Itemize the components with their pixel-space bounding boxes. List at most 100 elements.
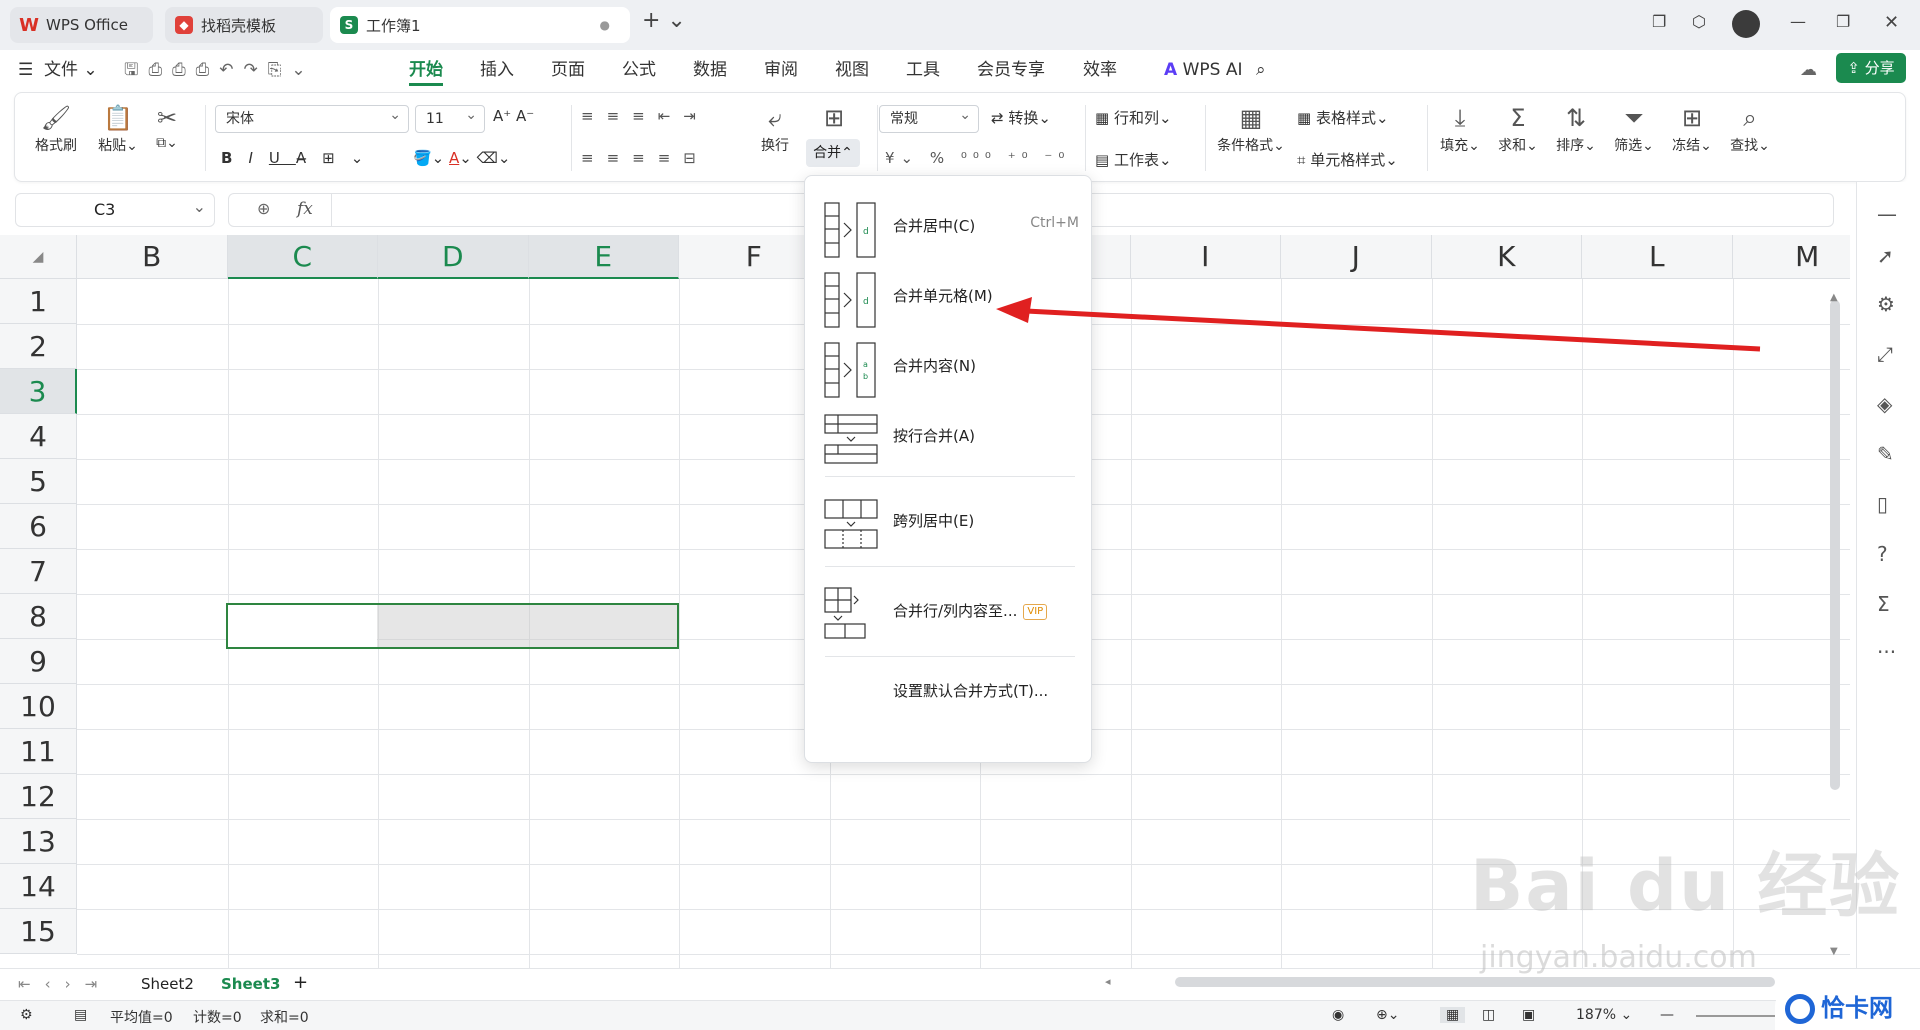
wrap-text-button[interactable]: ⤶ 换行 — [755, 101, 795, 155]
sheet-tab-sheet2[interactable]: Sheet2 — [141, 975, 194, 993]
column-header-l[interactable]: L — [1582, 235, 1733, 279]
number-format-select[interactable]: 常规 — [879, 102, 979, 133]
eye-protection-icon[interactable]: ◉ — [1332, 1007, 1344, 1023]
column-header-i[interactable]: I — [1131, 235, 1281, 279]
column-header-j[interactable]: J — [1281, 235, 1432, 279]
center-view-icon[interactable]: ⊕⌄ — [1376, 1007, 1399, 1023]
table-style-button[interactable]: ▦ 表格样式⌄ — [1297, 107, 1389, 128]
avatar[interactable] — [1732, 10, 1760, 38]
sum-button[interactable]: Σ 求和⌄ — [1493, 101, 1543, 155]
font-style-buttons[interactable]: BIUA̶⊞⌄ — [221, 149, 379, 167]
zoom-out-button[interactable]: — — [1660, 1007, 1674, 1023]
convert-button[interactable]: ⇄ 转换⌄ — [991, 107, 1051, 128]
hamburger-icon[interactable]: ☰ — [18, 56, 33, 86]
row-header-6[interactable]: 6 — [0, 504, 77, 549]
tab-efficiency[interactable]: 效率 — [1083, 56, 1117, 86]
zoom-slider[interactable] — [1696, 1015, 1776, 1017]
window-mode-icon[interactable]: ❐ — [1652, 12, 1666, 31]
horizontal-scrollbar[interactable] — [1175, 977, 1775, 987]
row-header-4[interactable]: 4 — [0, 414, 77, 459]
vertical-scrollbar[interactable] — [1830, 300, 1840, 790]
row-header-9[interactable]: 9 — [0, 639, 77, 684]
sigma-fx-icon[interactable]: Σ — [1877, 592, 1890, 616]
menu-item-merge-rows-cols-content[interactable]: 合并行/列内容至... VIP — [805, 576, 1093, 646]
column-header-m[interactable]: M — [1733, 235, 1851, 279]
sort-button[interactable]: ⇅ 排序⌄ — [1551, 101, 1601, 155]
row-header-5[interactable]: 5 — [0, 459, 77, 504]
apps-box-icon[interactable]: ⬡ — [1692, 12, 1706, 31]
copy-icon[interactable]: ⧉⌄ — [147, 135, 187, 151]
fill-button[interactable]: ⤓ 填充⌄ — [1435, 101, 1485, 155]
increase-font-icon[interactable]: A⁺ A⁻ — [493, 107, 534, 125]
book-icon[interactable]: ▯ — [1877, 492, 1888, 516]
font-name-select[interactable]: 宋体 — [215, 102, 409, 133]
fx-icon[interactable]: fx — [297, 199, 313, 219]
hscroll-left-icon[interactable]: ◂ — [1105, 975, 1111, 988]
merge-icon-button[interactable]: ⊞ — [807, 101, 861, 135]
column-header-c[interactable]: C — [227, 235, 378, 279]
tab-insert[interactable]: 插入 — [480, 56, 514, 86]
row-header-11[interactable]: 11 — [0, 729, 77, 774]
row-header-10[interactable]: 10 — [0, 684, 77, 729]
vertical-align-buttons[interactable]: ≡≡≡⇤⇥ — [581, 107, 709, 125]
add-sheet-button[interactable]: + — [293, 972, 308, 993]
new-tab-button[interactable]: + ⌄ — [642, 8, 686, 33]
page-break-icon[interactable]: ▣ — [1522, 1007, 1535, 1023]
menu-item-merge-by-row[interactable]: 按行合并(A) — [805, 401, 1093, 471]
collapse-icon[interactable]: — — [1877, 202, 1897, 226]
tab-review[interactable]: 审阅 — [764, 56, 798, 86]
tab-formula[interactable]: 公式 — [622, 56, 656, 86]
column-header-k[interactable]: K — [1432, 235, 1582, 279]
row-header-2[interactable]: 2 — [0, 324, 77, 369]
horizontal-align-buttons[interactable]: ≡≡≡≡⊟ — [581, 149, 709, 167]
normal-view-icon[interactable]: ▦ — [1440, 1007, 1466, 1023]
unsaved-dot-icon[interactable]: ● — [600, 18, 610, 32]
column-header-b[interactable]: B — [77, 235, 228, 279]
minimize-button[interactable]: — — [1790, 12, 1806, 31]
filter-button[interactable]: ⏷ 筛选⌄ — [1609, 101, 1659, 155]
fill-color-icon[interactable]: 🪣⌄ A⌄ ⌫⌄ — [413, 149, 510, 167]
number-format-buttons[interactable]: ¥⌄ % ⁰⁰⁰ ⁺⁰ ⁻⁰ — [885, 149, 1070, 167]
shape-icon[interactable]: ◈ — [1877, 392, 1892, 416]
zoom-level[interactable]: 187% ⌄ — [1576, 1007, 1632, 1023]
tab-data[interactable]: 数据 — [693, 56, 727, 86]
rows-cols-button[interactable]: ▦ 行和列⌄ — [1095, 107, 1172, 128]
sheet-tab-sheet3[interactable]: Sheet3 — [221, 975, 280, 993]
page-view-icon[interactable]: ◫ — [1482, 1007, 1495, 1023]
help-icon[interactable]: ? — [1877, 542, 1888, 566]
cell-style-button[interactable]: ⌗ 单元格样式⌄ — [1297, 149, 1398, 170]
search-icon[interactable]: ⌕ — [1256, 56, 1266, 86]
cut-button[interactable]: ✂ ⧉⌄ — [147, 101, 187, 151]
row-header-1[interactable]: 1 — [0, 279, 77, 324]
row-header-12[interactable]: 12 — [0, 774, 77, 819]
formula-input[interactable] — [331, 194, 332, 226]
select-all-corner[interactable]: ◢ — [0, 235, 77, 279]
tab-workbook[interactable]: S 工作簿1 ● — [330, 7, 630, 43]
row-header-8[interactable]: 8 — [0, 594, 77, 639]
more-icon[interactable]: ··· — [1877, 640, 1896, 664]
sheet-view-icon[interactable]: ▤ — [74, 1007, 87, 1023]
row-header-3[interactable]: 3 — [0, 369, 77, 414]
select-pointer-icon[interactable]: ➚ — [1877, 244, 1894, 268]
conditional-format-button[interactable]: ▦ 条件格式⌄ — [1211, 101, 1291, 155]
tab-member[interactable]: 会员专享 — [977, 56, 1045, 86]
font-size-select[interactable]: 11 — [415, 102, 485, 133]
macro-icon[interactable]: ⚙ — [20, 1007, 33, 1023]
menu-item-center-across[interactable]: 跨列居中(E) — [805, 486, 1093, 556]
merge-dropdown-button[interactable]: 合并⌃ — [806, 139, 860, 167]
tools-icon[interactable]: ✎ — [1877, 442, 1894, 466]
format-painter-button[interactable]: 🖌 格式刷 — [31, 101, 81, 155]
share-button[interactable]: ⇪ 分享 — [1836, 53, 1906, 83]
row-header-13[interactable]: 13 — [0, 819, 77, 864]
row-header-7[interactable]: 7 — [0, 549, 77, 594]
transform-icon[interactable]: ⤢ — [1877, 342, 1893, 366]
tab-wps-office[interactable]: W WPS Office — [10, 7, 153, 43]
menu-item-merge-center[interactable]: d 合并居中(C) Ctrl+M — [805, 191, 1093, 261]
tab-view[interactable]: 视图 — [835, 56, 869, 86]
tab-home[interactable]: 开始 — [409, 56, 443, 86]
adjust-icon[interactable]: ⚙ — [1877, 292, 1895, 316]
close-button[interactable]: ✕ — [1884, 12, 1899, 33]
scroll-down-icon[interactable]: ▼ — [1830, 946, 1838, 957]
row-header-15[interactable]: 15 — [0, 909, 77, 954]
menu-item-default-merge[interactable]: 设置默认合并方式(T)... — [805, 670, 1093, 710]
